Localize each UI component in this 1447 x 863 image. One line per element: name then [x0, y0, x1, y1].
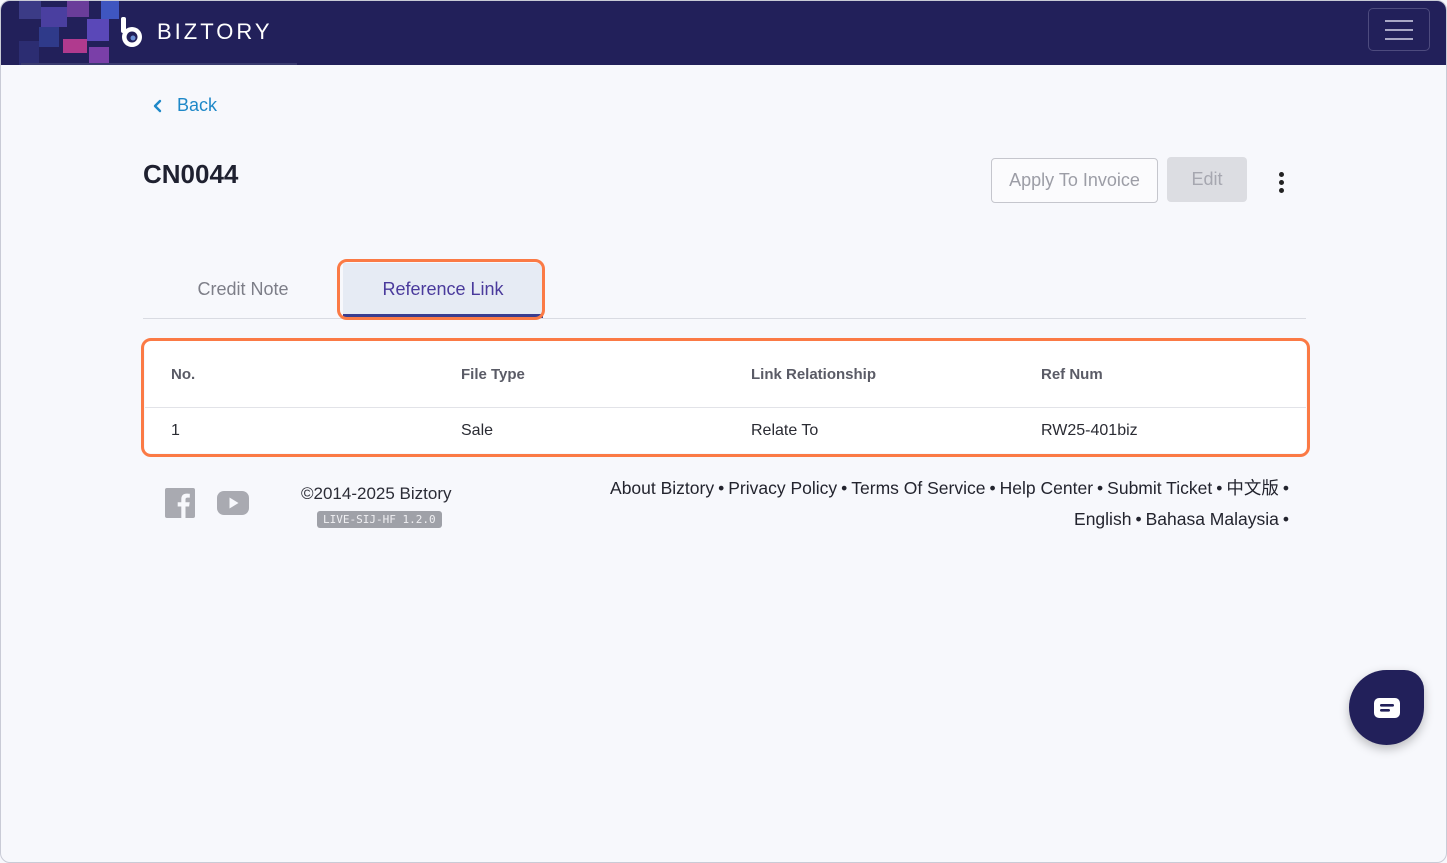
hamburger-icon-line — [1385, 37, 1413, 40]
footer-link-chinese[interactable]: 中文版 — [1226, 478, 1279, 498]
back-link[interactable]: Back — [151, 95, 217, 116]
footer-link-privacy[interactable]: Privacy Policy — [728, 478, 837, 498]
table-header: No. File Type Link Relationship Ref Num — [145, 341, 1306, 408]
separator: • — [1216, 478, 1223, 498]
brand-name: BIZTORY — [157, 19, 273, 44]
kebab-icon-dot — [1278, 187, 1284, 193]
edit-button[interactable]: Edit — [1167, 157, 1247, 202]
column-header-file-type: File Type — [461, 365, 525, 383]
footer-link-submit-ticket[interactable]: Submit Ticket — [1107, 478, 1212, 498]
footer-link-about[interactable]: About Biztory — [610, 478, 714, 498]
hamburger-icon — [1385, 19, 1413, 22]
apply-to-invoice-button[interactable]: Apply To Invoice — [991, 158, 1158, 203]
biztory-logo[interactable]: BIZTORY — [115, 14, 273, 50]
column-header-link-relationship: Link Relationship — [751, 365, 877, 383]
footer-link-malay[interactable]: Bahasa Malaysia — [1146, 509, 1279, 529]
table-row: 1 Sale Relate To RW25-401biz — [145, 409, 1306, 453]
chevron-left-icon — [153, 99, 162, 112]
separator: • — [841, 478, 848, 498]
kebab-icon-dot — [1278, 179, 1284, 185]
separator: • — [718, 478, 725, 498]
hamburger-icon-line — [1385, 28, 1413, 31]
cell-file-type: Sale — [461, 422, 494, 439]
hamburger-menu-button[interactable] — [1368, 8, 1430, 51]
kebab-icon — [1278, 171, 1284, 177]
column-header-ref-num: Ref Num — [1041, 365, 1103, 383]
chat-launcher-button[interactable] — [1349, 670, 1424, 745]
more-options-button[interactable] — [1269, 167, 1293, 197]
tabs-divider — [143, 318, 1306, 319]
separator: • — [1282, 478, 1289, 498]
chat-icon — [1373, 697, 1400, 718]
footer-link-terms[interactable]: Terms Of Service — [851, 478, 985, 498]
column-header-no: No. — [171, 365, 196, 383]
separator: • — [1135, 509, 1142, 529]
top-navbar: BIZTORY — [1, 1, 1446, 65]
tab-credit-note[interactable]: Credit Note — [143, 263, 343, 315]
social-links — [165, 488, 249, 518]
cell-link-relationship: Relate To — [751, 422, 819, 439]
biztory-logo-icon — [121, 17, 142, 47]
ref-num-link[interactable]: RW25-401biz — [1041, 422, 1138, 440]
tab-reference-link[interactable]: Reference Link — [343, 263, 543, 315]
version-badge: LIVE-SIJ-HF 1.2.0 — [317, 511, 442, 528]
app-window: BIZTORY Back CN0044 Apply To Invoice Edi… — [0, 0, 1447, 863]
separator: • — [1097, 478, 1104, 498]
separator: • — [989, 478, 996, 498]
reference-link-table: No. File Type Link Relationship Ref Num … — [145, 341, 1306, 453]
footer-link-help-center[interactable]: Help Center — [1000, 478, 1093, 498]
copyright-text: ©2014-2025 Biztory — [301, 484, 452, 503]
page-title: CN0044 — [143, 159, 239, 189]
back-label: Back — [177, 95, 218, 115]
youtube-icon[interactable] — [217, 491, 249, 515]
cell-no: 1 — [171, 422, 180, 439]
footer-link-english[interactable]: English — [1074, 509, 1131, 529]
footer-links: About Biztory • Privacy Policy • Terms Of Se… — [573, 473, 1293, 535]
facebook-icon[interactable] — [165, 488, 195, 518]
separator: • — [1282, 509, 1289, 529]
